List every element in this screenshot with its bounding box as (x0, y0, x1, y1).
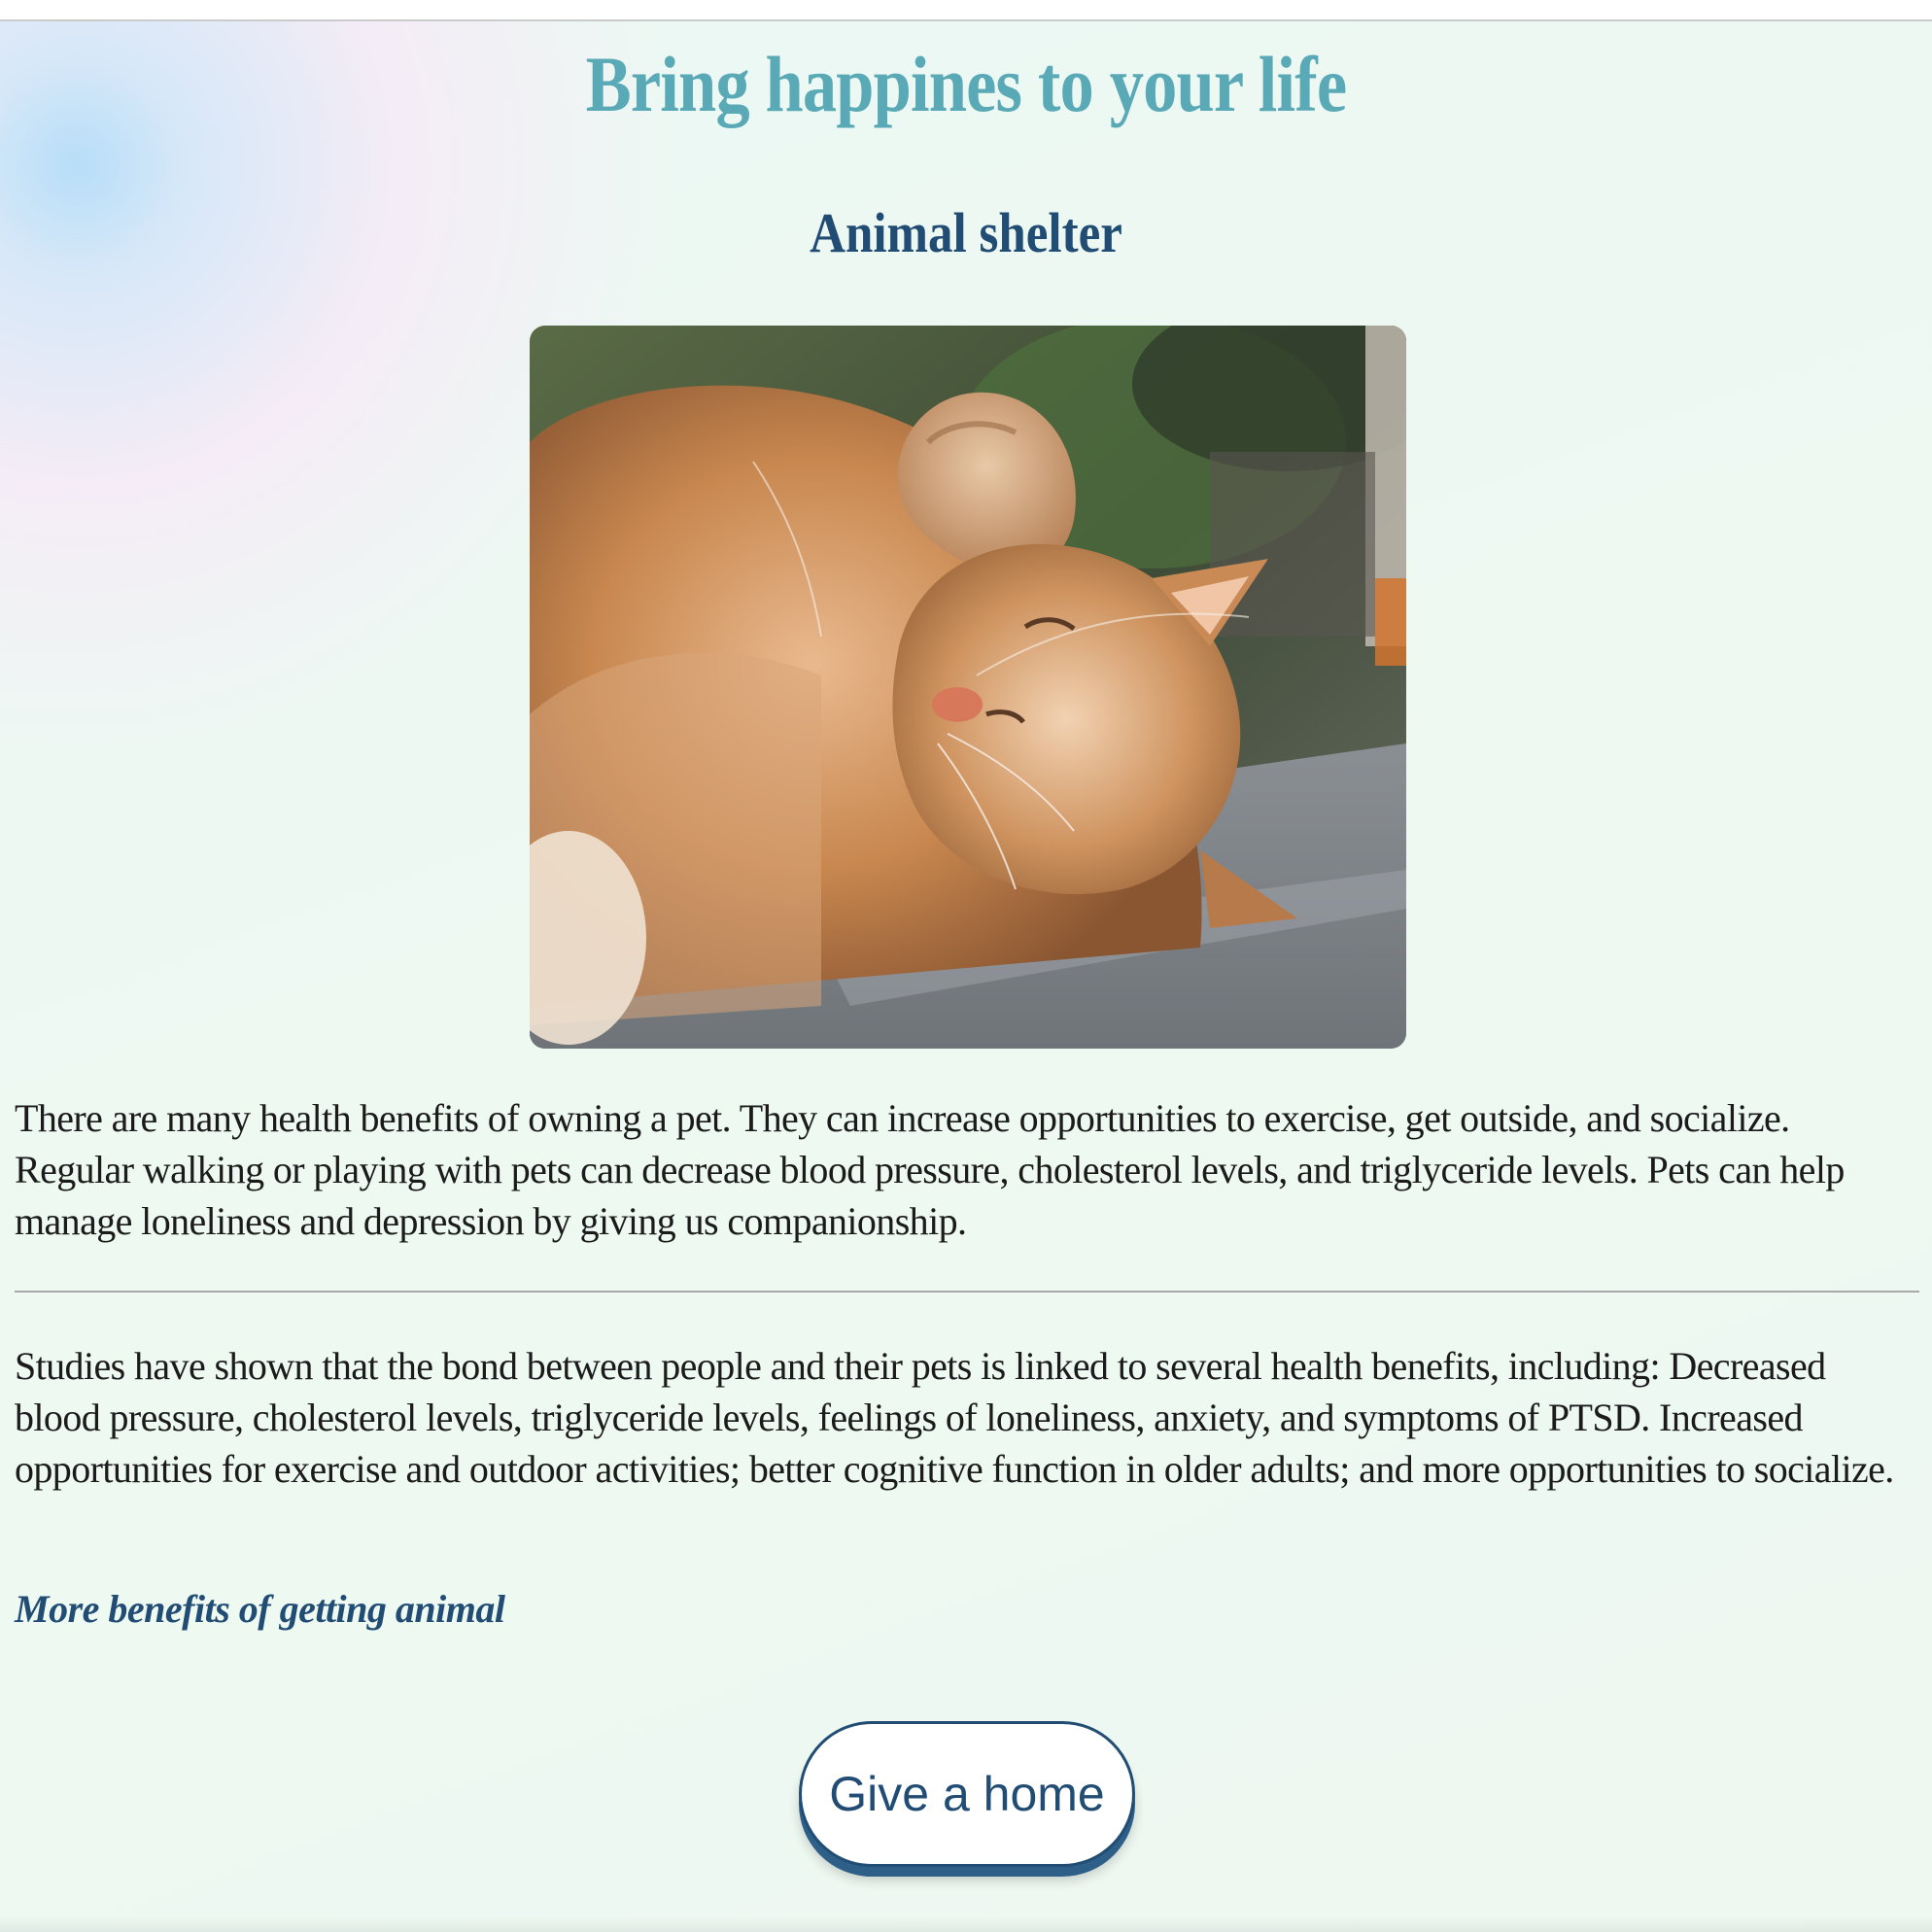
benefits-paragraph-intro: There are many health benefits of owning… (15, 1096, 1845, 1243)
page-headline: Bring happines to your life (585, 40, 1348, 128)
page-subheadline: Animal shelter (810, 201, 1122, 264)
cat-photo-illustration (530, 326, 1406, 1049)
more-benefits-link[interactable]: More benefits of getting animal (15, 1586, 505, 1632)
give-a-home-button[interactable]: Give a home (799, 1721, 1135, 1867)
section-divider (15, 1291, 1919, 1293)
browser-top-edge (0, 0, 1932, 21)
bottom-edge (0, 1916, 1932, 1932)
benefits-paragraph-studies: Studies have shown that the bond between… (15, 1344, 1894, 1491)
cat-photo (530, 326, 1406, 1049)
